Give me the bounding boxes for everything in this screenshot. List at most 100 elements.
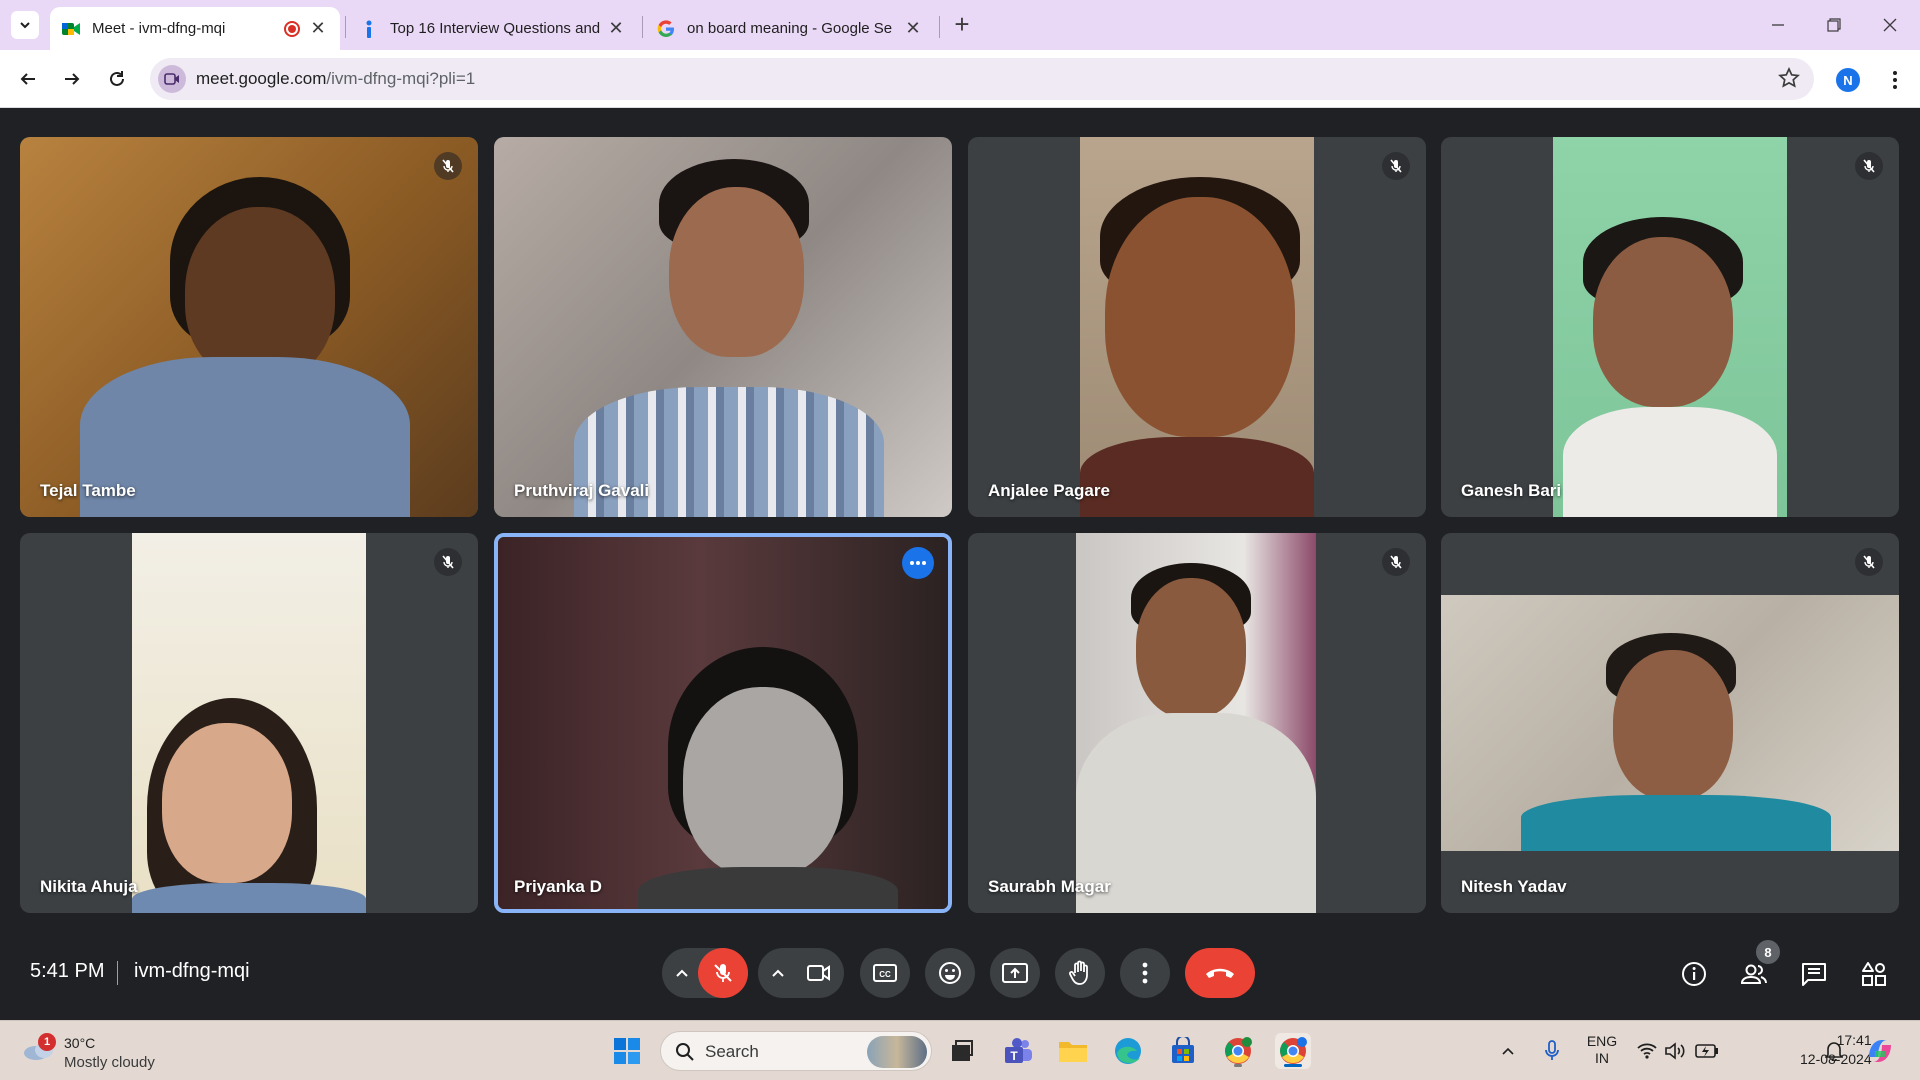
meet-stage: Tejal Tambe Pruthviraj Gavali Anjalee Pa… (0, 108, 1920, 1020)
tab-search-button[interactable] (11, 11, 39, 39)
network-button[interactable] (1632, 1033, 1662, 1069)
mic-off-icon (1382, 152, 1410, 180)
close-window-button[interactable] (1870, 10, 1910, 40)
bell-icon (1825, 1042, 1843, 1061)
close-tab-icon[interactable]: ✕ (606, 18, 626, 39)
new-tab-button[interactable]: + (948, 11, 976, 39)
store-icon (1172, 1037, 1194, 1063)
teams-icon: T (1005, 1038, 1032, 1063)
close-tab-icon[interactable]: ✕ (308, 18, 328, 39)
battery-button[interactable] (1692, 1033, 1722, 1069)
chevron-down-icon (20, 22, 30, 29)
participant-name: Nitesh Yadav (1461, 877, 1567, 896)
video-figure (162, 723, 292, 883)
weather-widget[interactable]: 1 30°C Mostly cloudy (22, 1029, 202, 1073)
participant-tile[interactable]: Pruthviraj Gavali (494, 137, 952, 517)
tab-meet[interactable]: Meet - ivm-dfng-mqi ✕ (50, 7, 340, 50)
language-indicator[interactable]: ENG IN (1584, 1033, 1620, 1067)
windows-taskbar: 1 30°C Mostly cloudy Search T ENG IN 17:… (0, 1020, 1920, 1080)
mic-toggle-button[interactable] (698, 948, 748, 998)
reactions-button[interactable] (925, 948, 975, 998)
more-options-button[interactable] (1120, 948, 1170, 998)
bookmark-star-icon[interactable] (1778, 66, 1800, 94)
url-text[interactable]: meet.google.com/ivm-dfng-mqi?pli=1 (196, 69, 475, 89)
taskbar-search-box[interactable]: Search (660, 1031, 932, 1071)
notifications-button[interactable] (1818, 1033, 1850, 1069)
copilot-button[interactable] (1862, 1033, 1898, 1069)
participant-tile[interactable]: Nikita Ahuja (20, 533, 478, 913)
language-code: ENG (1586, 1033, 1618, 1049)
video-figure (638, 867, 898, 909)
forward-button[interactable] (57, 64, 87, 94)
participant-name: Nikita Ahuja (40, 877, 138, 896)
reload-button[interactable] (102, 64, 132, 94)
volume-button[interactable] (1660, 1033, 1690, 1069)
browser-tabstrip: Meet - ivm-dfng-mqi ✕ Top 16 Interview Q… (0, 0, 1920, 50)
chat-button[interactable] (1792, 952, 1836, 996)
participant-tile[interactable]: Anjalee Pagare (968, 137, 1426, 517)
tab-interview-questions[interactable]: Top 16 Interview Questions and ✕ (348, 7, 638, 50)
file-explorer-app[interactable] (1055, 1033, 1091, 1069)
microsoft-store-app[interactable] (1165, 1033, 1201, 1069)
leave-call-button[interactable] (1185, 948, 1255, 998)
speaker-icon (1665, 1042, 1685, 1060)
info-site-icon (360, 20, 378, 38)
meet-control-bar: 5:41 PM ivm-dfng-mqi CC 8 (0, 940, 1920, 1020)
camera-toggle-button[interactable] (794, 948, 844, 998)
meeting-details-button[interactable] (1672, 952, 1716, 996)
edge-app[interactable] (1110, 1033, 1146, 1069)
participant-tile-active[interactable]: Priyanka D (494, 533, 952, 913)
audio-settings-button[interactable] (668, 948, 696, 998)
browser-toolbar: meet.google.com/ivm-dfng-mqi?pli=1 N (0, 50, 1920, 108)
participant-tile[interactable]: Tejal Tambe (20, 137, 478, 517)
activities-button[interactable] (1852, 952, 1896, 996)
start-button[interactable] (609, 1033, 645, 1069)
participant-video (1441, 595, 1899, 851)
restore-icon (1827, 18, 1841, 32)
address-bar[interactable]: meet.google.com/ivm-dfng-mqi?pli=1 (150, 58, 1814, 100)
browser-menu-button[interactable] (1880, 66, 1910, 94)
microphone-tray-button[interactable] (1538, 1033, 1566, 1069)
minimize-button[interactable] (1758, 10, 1798, 40)
present-screen-icon (1002, 963, 1028, 983)
camera-icon (807, 965, 830, 981)
teams-app[interactable]: T (1000, 1033, 1036, 1069)
emoji-icon (939, 962, 961, 984)
close-tab-icon[interactable]: ✕ (903, 18, 923, 39)
video-figure (669, 187, 804, 357)
video-settings-button[interactable] (764, 948, 792, 998)
participant-video (1553, 137, 1787, 517)
task-view-button[interactable] (944, 1033, 980, 1069)
more-vertical-icon (1142, 962, 1148, 984)
wifi-icon (1637, 1043, 1657, 1059)
participant-name: Ganesh Bari (1461, 481, 1562, 500)
weather-alert-badge: 1 (38, 1033, 56, 1051)
participant-name: Saurabh Magar (988, 877, 1111, 896)
restore-button[interactable] (1814, 10, 1854, 40)
present-screen-button[interactable] (990, 948, 1040, 998)
chrome-app-profile-n[interactable] (1275, 1033, 1311, 1069)
search-highlight-image (867, 1036, 927, 1068)
participant-tile[interactable]: Ganesh Bari (1441, 137, 1899, 517)
site-info-icon[interactable] (158, 65, 186, 93)
weather-temperature: 30°C (64, 1035, 96, 1051)
participant-video (132, 533, 366, 913)
participant-tile[interactable]: Saurabh Magar (968, 533, 1426, 913)
windows-logo-icon (614, 1038, 640, 1064)
tab-divider (642, 16, 643, 38)
chrome-app-profile-r[interactable] (1220, 1033, 1256, 1069)
mic-off-icon (434, 548, 462, 576)
microphone-icon (1545, 1040, 1559, 1060)
participant-tile[interactable]: Nitesh Yadav (1441, 533, 1899, 913)
people-button[interactable] (1732, 952, 1776, 996)
tab-google-search[interactable]: on board meaning - Google Se ✕ (645, 7, 935, 50)
back-button[interactable] (13, 64, 43, 94)
show-hidden-icons-button[interactable] (1494, 1033, 1522, 1069)
url-host: meet.google.com (196, 69, 327, 88)
captions-button[interactable]: CC (860, 948, 910, 998)
raise-hand-button[interactable] (1055, 948, 1105, 998)
more-options-button[interactable] (902, 547, 934, 579)
profile-avatar[interactable]: N (1836, 68, 1860, 92)
tab-title: Top 16 Interview Questions and (390, 20, 601, 37)
divider (117, 961, 118, 985)
